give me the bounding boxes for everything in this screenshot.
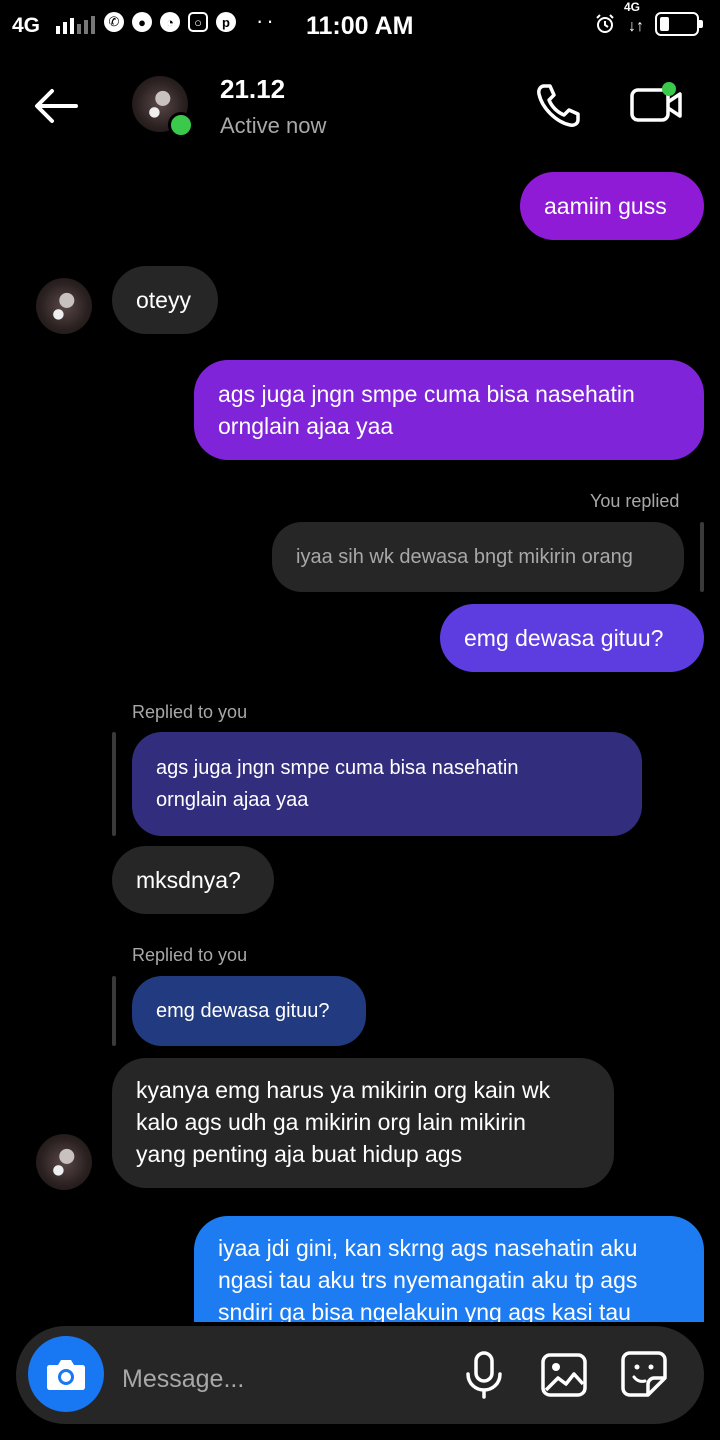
message-text: mksdnya? [136,867,241,893]
online-indicator [168,112,194,138]
sender-avatar[interactable] [36,1134,92,1190]
quoted-line: ags juga jngn smpe cuma bisa nasehatin [156,757,519,779]
notification-icons: ✆ ● ◔ ○ p [104,12,236,32]
signal-icon [56,16,95,34]
gallery-icon[interactable] [540,1352,588,1398]
quote-bar [112,732,116,836]
battery-icon [655,12,703,36]
network-type: 4G [12,14,41,37]
message-line: kyanya emg harus ya mikirin org kain wk [136,1077,551,1103]
quote-bar [700,522,704,592]
message-line: yang penting aja buat hidup ags [136,1141,463,1167]
clock: 11:00 AM [306,12,414,40]
status-bar: 4G ✆ ● ◔ ○ p ·· 11:00 AM 4G ↓↑ [0,0,720,52]
speedometer-icon: ◔ [160,12,180,32]
microphone-icon[interactable] [462,1350,506,1400]
message-line: ngasi tau aku trs nyemangatin aku tp ags [218,1267,638,1293]
message-text: oteyy [136,287,191,313]
active-status: Active now [220,113,327,138]
message-line: ornglain ajaa yaa [218,413,394,439]
quoted-line: ornglain ajaa yaa [156,789,309,811]
quote-bar [112,976,116,1046]
back-arrow-icon[interactable] [30,80,82,132]
data-arrows-icon: ↓↑ [628,18,644,35]
messenger-icon: ● [132,12,152,32]
instagram-icon: ○ [188,12,208,32]
sticker-icon[interactable] [620,1350,668,1398]
quoted-text: emg dewasa gituu? [156,1000,330,1022]
reply-label: You replied [590,491,680,511]
quoted-message[interactable]: emg dewasa gituu? [132,976,366,1046]
pinterest-icon: p [216,12,236,32]
message-bubble-incoming[interactable]: mksdnya? [112,846,274,914]
quoted-message[interactable]: ags juga jngn smpe cuma bisa nasehatin o… [132,732,642,836]
camera-icon [47,1360,85,1390]
message-line: ags juga jngn smpe cuma bisa nasehatin [218,381,635,407]
alarm-icon [596,14,614,33]
message-bubble-outgoing[interactable]: ags juga jngn smpe cuma bisa nasehatin o… [194,360,704,460]
message-bubble-incoming[interactable]: kyanya emg harus ya mikirin org kain wk … [112,1058,614,1188]
quoted-text: iyaa sih wk dewasa bngt mikirin orang [296,546,633,568]
contact-name[interactable]: 21.12 [220,74,285,105]
video-active-indicator [662,82,676,96]
message-text: aamiin guss [544,193,667,219]
message-line: iyaa jdi gini, kan skrng ags nasehatin a… [218,1235,638,1261]
sender-avatar[interactable] [36,278,92,334]
message-bubble-outgoing[interactable]: aamiin guss [520,172,704,240]
quoted-message[interactable]: iyaa sih wk dewasa bngt mikirin orang [272,522,684,592]
message-text: emg dewasa gituu? [464,625,664,651]
message-bubble-incoming[interactable]: oteyy [112,266,218,334]
message-line: kalo ags udh ga mikirin org lain mikirin [136,1109,526,1135]
more-notifications-icon: ·· [256,8,277,33]
message-input[interactable] [120,1358,444,1400]
reply-label: Replied to you [132,702,248,722]
whatsapp-icon: ✆ [104,12,124,32]
camera-button[interactable] [28,1336,104,1412]
network-type-small: 4G [624,0,641,14]
phone-call-icon[interactable] [532,80,584,132]
message-bubble-outgoing[interactable]: emg dewasa gituu? [440,604,704,672]
reply-label: Replied to you [132,945,248,965]
